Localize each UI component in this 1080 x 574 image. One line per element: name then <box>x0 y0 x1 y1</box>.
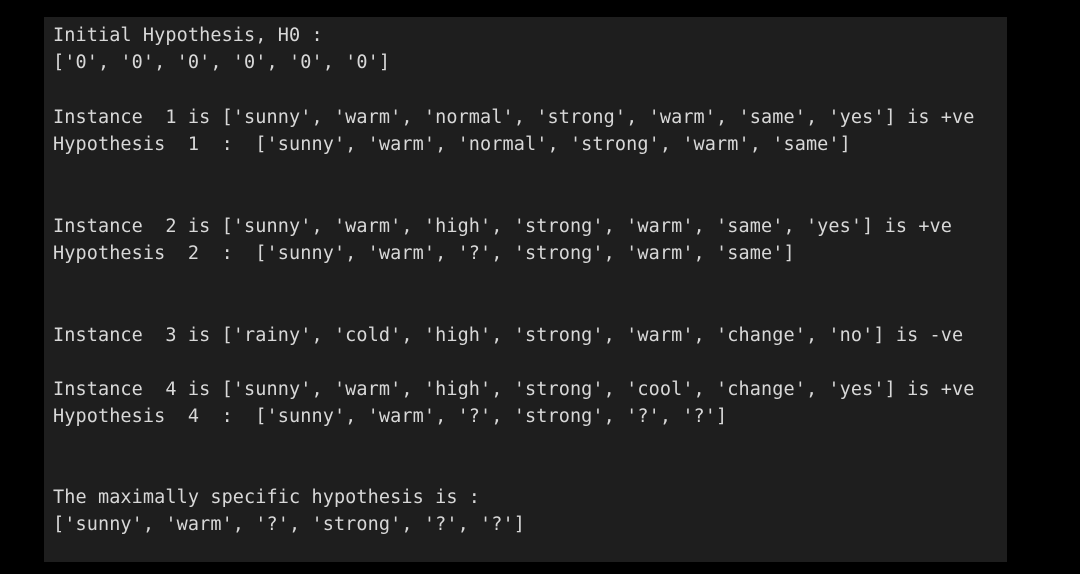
instance-1-line: Instance 1 is ['sunny', 'warm', 'normal'… <box>53 107 975 128</box>
instance-4-line: Instance 4 is ['sunny', 'warm', 'high', … <box>53 379 975 400</box>
final-hypothesis-value: ['sunny', 'warm', '?', 'strong', '?', '?… <box>53 514 525 535</box>
initial-hypothesis-value: ['0', '0', '0', '0', '0', '0'] <box>53 52 391 73</box>
initial-hypothesis-label: Initial Hypothesis, H0 : <box>53 25 323 46</box>
instance-2-line: Instance 2 is ['sunny', 'warm', 'high', … <box>53 216 953 237</box>
hypothesis-4-line: Hypothesis 4 : ['sunny', 'warm', '?', 's… <box>53 406 728 427</box>
final-hypothesis-label: The maximally specific hypothesis is : <box>53 487 481 508</box>
hypothesis-1-line: Hypothesis 1 : ['sunny', 'warm', 'normal… <box>53 134 851 155</box>
hypothesis-2-line: Hypothesis 2 : ['sunny', 'warm', '?', 's… <box>53 243 795 264</box>
terminal-output-panel: Initial Hypothesis, H0 : ['0', '0', '0',… <box>44 17 1007 562</box>
instance-3-line: Instance 3 is ['rainy', 'cold', 'high', … <box>53 325 964 346</box>
